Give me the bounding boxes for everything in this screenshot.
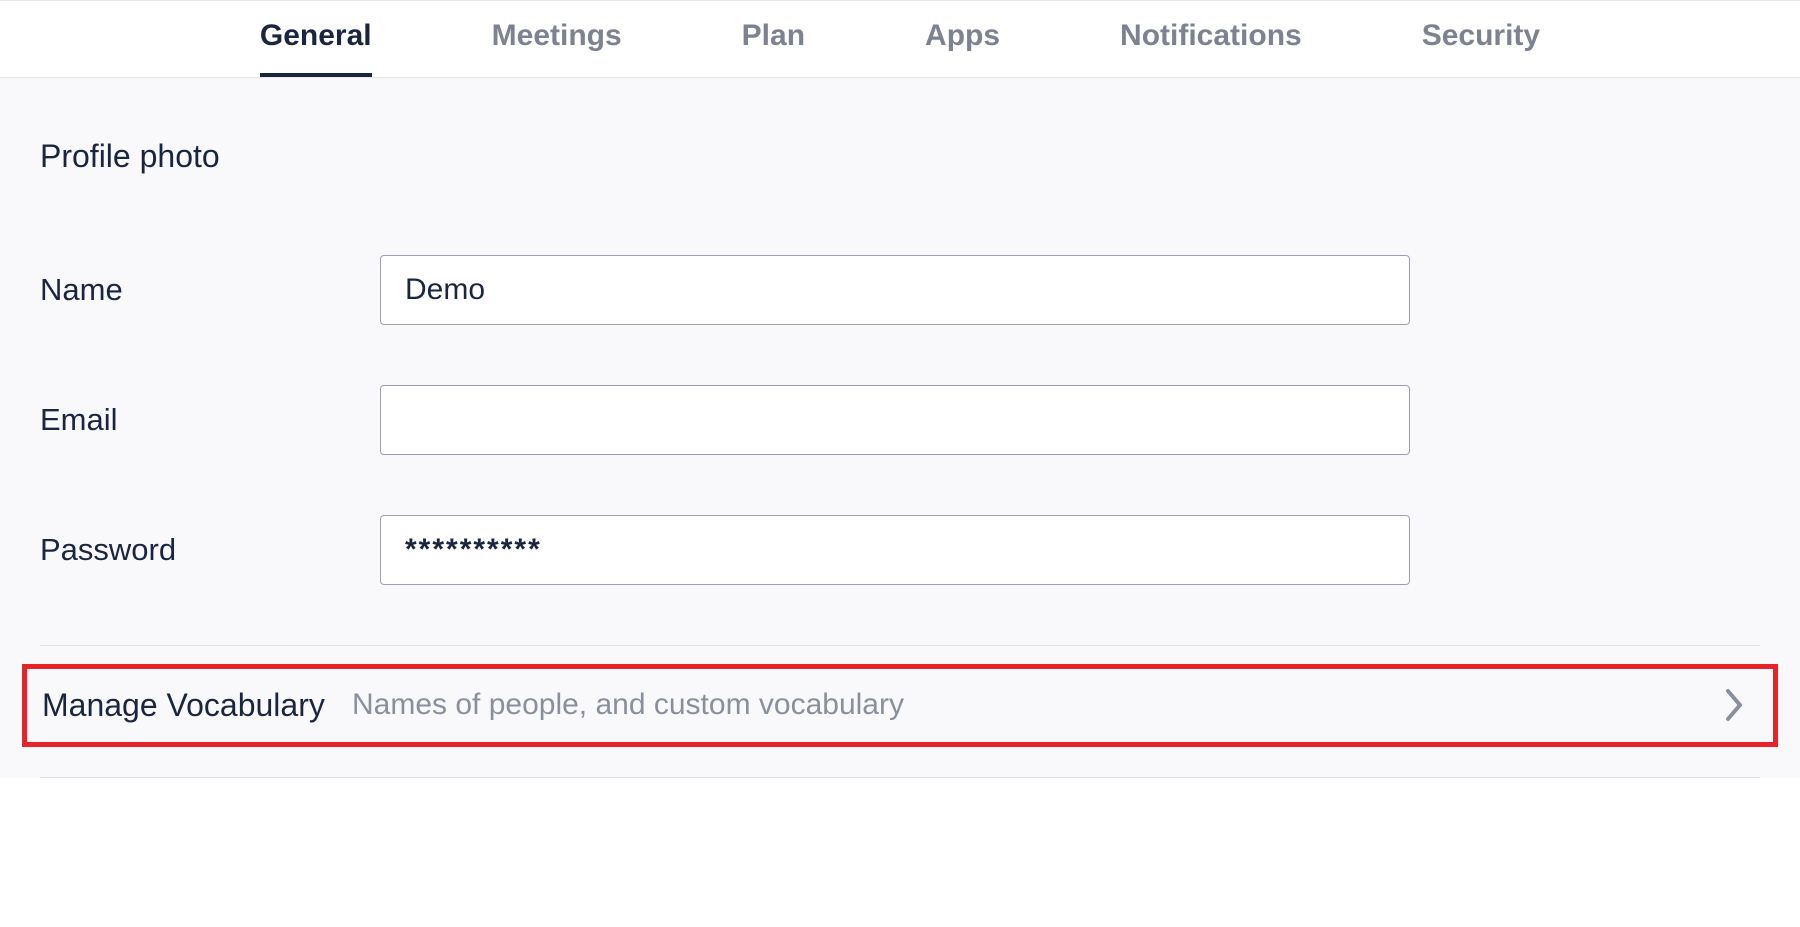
name-input[interactable] xyxy=(380,255,1410,325)
profile-photo-label: Profile photo xyxy=(40,138,1760,175)
password-row: Password xyxy=(40,515,1760,585)
tab-security[interactable]: Security xyxy=(1422,19,1540,77)
section-divider-2 xyxy=(40,777,1760,778)
email-row: Email xyxy=(40,385,1760,455)
email-label: Email xyxy=(40,402,380,438)
name-row: Name xyxy=(40,255,1760,325)
tab-general[interactable]: General xyxy=(260,19,372,77)
tab-meetings[interactable]: Meetings xyxy=(492,19,622,77)
tab-apps[interactable]: Apps xyxy=(925,19,1000,77)
tab-plan[interactable]: Plan xyxy=(742,19,805,77)
tabs-bar: General Meetings Plan Apps Notifications… xyxy=(0,0,1800,78)
name-label: Name xyxy=(40,272,380,308)
manage-vocabulary-row[interactable]: Manage Vocabulary Names of people, and c… xyxy=(22,664,1778,747)
section-divider xyxy=(40,645,1760,646)
settings-content: Profile photo Name Email Password Manage… xyxy=(0,78,1800,778)
password-label: Password xyxy=(40,532,380,568)
email-input[interactable] xyxy=(380,385,1410,455)
tabs: General Meetings Plan Apps Notifications… xyxy=(40,1,1760,77)
password-input[interactable] xyxy=(380,515,1410,585)
manage-vocabulary-title: Manage Vocabulary xyxy=(42,687,352,724)
chevron-right-icon xyxy=(1724,687,1746,723)
tab-notifications[interactable]: Notifications xyxy=(1120,19,1302,77)
profile-section: Profile photo Name Email Password xyxy=(0,78,1800,625)
manage-vocabulary-desc: Names of people, and custom vocabulary xyxy=(352,688,1724,722)
